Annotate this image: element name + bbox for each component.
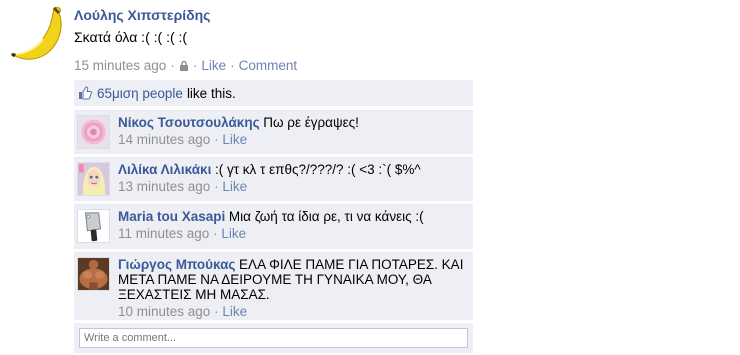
lock-icon[interactable] <box>179 60 189 71</box>
commenter-avatar[interactable] <box>77 115 110 149</box>
commenter-name[interactable]: Λιλίκα Λιλικάκι <box>118 162 211 177</box>
post-meta: 15 minutes ago · · Like · Comment <box>74 58 297 73</box>
commenter-name[interactable]: Νίκος Τσουτσουλάκης <box>118 115 260 130</box>
comment-item: Maria tou Xasapi Μια ζωή τα ίδια ρε, τι … <box>74 204 473 249</box>
commenter-avatar[interactable] <box>77 209 110 243</box>
comment-like-link[interactable]: Like <box>222 179 247 194</box>
comment-time[interactable]: 14 minutes ago <box>118 132 210 147</box>
comment-like-link[interactable]: Like <box>222 304 247 319</box>
comment-link[interactable]: Comment <box>239 58 298 73</box>
comment-item: Γιώργος Μπούκας ΕΛΑ ΦΙΛΕ ΠΑΜΕ ΓΙΑ ΠΟΤΑΡΕ… <box>74 252 473 320</box>
likers-link[interactable]: 65μιση people <box>97 86 183 101</box>
commenter-name[interactable]: Γιώργος Μπούκας <box>118 257 235 272</box>
meta-separator: · <box>214 132 219 147</box>
comment-time[interactable]: 10 minutes ago <box>118 304 210 319</box>
banana-avatar[interactable] <box>8 4 66 62</box>
comment-item: Λιλίκα Λιλικάκι :( γτ κλ τ επθς?/???/? :… <box>74 157 473 201</box>
commenter-avatar[interactable] <box>77 257 110 291</box>
comment-time[interactable]: 13 minutes ago <box>118 179 210 194</box>
meta-separator: · <box>213 226 218 241</box>
comment-text: Μια ζωή τα ίδια ρε, τι να κάνεις :( <box>228 209 424 224</box>
commenter-avatar[interactable] <box>77 162 110 196</box>
comment-text: Πω ρε έγραψες! <box>263 115 359 130</box>
comment-item: Νίκος Τσουτσουλάκης Πω ρε έγραψες! 14 mi… <box>74 110 473 154</box>
feedback-panel: 65μιση people like this. Νίκος Τσουτσουλ… <box>74 80 473 353</box>
comment-like-link[interactable]: Like <box>221 226 246 241</box>
meta-separator: · <box>192 58 198 73</box>
comment-input[interactable] <box>79 328 468 348</box>
thumbs-up-icon <box>79 86 92 100</box>
comment-like-link[interactable]: Like <box>222 132 247 147</box>
meta-separator: · <box>214 179 219 194</box>
comment-time[interactable]: 11 minutes ago <box>118 226 209 241</box>
post-author[interactable]: Λούλης Χιπστερίδης <box>74 7 210 23</box>
comment-text: :( γτ κλ τ επθς?/???/? :( <3 :`( $%^ <box>214 162 421 177</box>
commenter-name[interactable]: Maria tou Xasapi <box>118 209 225 224</box>
meta-separator: · <box>230 58 235 73</box>
feed-story: Λούλης Χιπστερίδης Σκατά όλα :( :( :( :(… <box>0 0 740 355</box>
like-link[interactable]: Like <box>201 58 226 73</box>
meta-separator: · <box>214 304 219 319</box>
likes-summary: 65μιση people like this. <box>74 80 473 107</box>
meta-separator: · <box>170 58 175 73</box>
post-timestamp[interactable]: 15 minutes ago <box>74 58 166 73</box>
likes-tail-text: like this. <box>186 85 236 101</box>
comment-composer <box>74 323 473 353</box>
post-message: Σκατά όλα :( :( :( :( <box>74 29 188 45</box>
